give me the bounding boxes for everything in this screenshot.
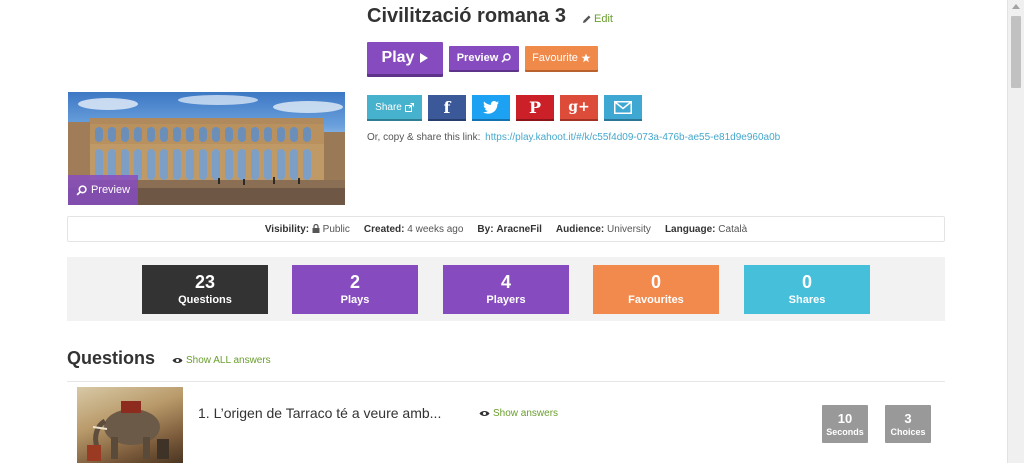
email-share-button[interactable]: [604, 95, 642, 119]
eye-icon: [172, 358, 183, 363]
stat-value: 0: [650, 271, 661, 292]
eye-icon: [479, 411, 490, 416]
stat-value: 4: [500, 271, 511, 292]
author-meta: By: AracneFil: [477, 224, 541, 235]
stats-panel: 23 Questions 2 Plays 4 Players 0 Favouri…: [67, 257, 945, 321]
googleplus-icon: g+: [568, 99, 590, 115]
stat-shares: 0 Shares: [744, 265, 870, 314]
time-limit-label: Seconds: [826, 426, 864, 437]
stat-label: Plays: [340, 293, 370, 306]
cover-preview-label: Preview: [90, 184, 131, 196]
language-meta: Language: Català: [665, 224, 747, 235]
choices-badge: 3 Choices: [885, 405, 931, 443]
play-icon: [420, 53, 429, 63]
pinterest-icon: P: [528, 97, 542, 117]
facebook-share-button[interactable]: f: [428, 95, 466, 119]
audience-label: Audience:: [555, 223, 605, 235]
facebook-icon: f: [443, 97, 451, 117]
preview-button[interactable]: Preview: [449, 46, 519, 70]
section-divider: [67, 381, 945, 382]
stat-value: 23: [194, 271, 216, 292]
show-answers-label: Show answers: [493, 408, 559, 419]
stat-value: 0: [801, 271, 812, 292]
googleplus-share-button[interactable]: g+: [560, 95, 598, 119]
stat-value: 2: [349, 271, 360, 292]
audience-value: University: [607, 223, 651, 235]
edit-label: Edit: [594, 13, 613, 25]
scrollbar-thumb[interactable]: [1011, 16, 1021, 88]
visibility-value: Public: [322, 223, 350, 235]
show-all-answers-link[interactable]: Show ALL answers: [172, 355, 271, 366]
choices-label: Choices: [890, 426, 926, 437]
question-text: 1. L’origen de Tarraco té a veure amb...: [198, 405, 442, 421]
stat-players: 4 Players: [443, 265, 569, 314]
play-button[interactable]: Play: [367, 42, 443, 74]
share-link[interactable]: https://play.kahoot.it/#/k/c55f4d09-073a…: [485, 132, 780, 143]
stat-label: Questions: [178, 293, 232, 306]
copy-share-text: Or, copy & share this link:: [367, 132, 481, 143]
search-icon: [76, 184, 87, 196]
envelope-icon: [614, 100, 632, 114]
lock-icon: [312, 223, 320, 233]
share-button[interactable]: Share: [367, 95, 422, 119]
stat-plays: 2 Plays: [292, 265, 418, 314]
created-label: Created:: [363, 223, 405, 235]
question-thumbnail: [77, 387, 183, 463]
choices-value: 3: [904, 410, 912, 426]
show-all-label: Show ALL answers: [186, 355, 271, 366]
by-label: By:: [477, 223, 494, 235]
show-answers-link[interactable]: Show answers: [479, 408, 558, 419]
search-icon: [501, 53, 511, 63]
pencil-icon: [583, 15, 591, 23]
twitter-icon: [483, 100, 499, 114]
star-icon: [581, 53, 591, 63]
created-value: 4 weeks ago: [407, 223, 464, 235]
language-value: Català: [718, 223, 748, 235]
cover-preview-button[interactable]: Preview: [68, 175, 138, 205]
elephant-battle-illustration: [87, 401, 169, 461]
vertical-scrollbar[interactable]: [1007, 0, 1024, 463]
stat-questions: 23 Questions: [142, 265, 268, 314]
pinterest-share-button[interactable]: P: [516, 95, 554, 119]
created-meta: Created: 4 weeks ago: [364, 224, 464, 235]
favourite-label: Favourite: [532, 52, 578, 64]
time-limit-value: 10: [837, 410, 853, 426]
share-label: Share: [375, 101, 402, 113]
preview-label: Preview: [456, 52, 499, 64]
edit-link[interactable]: Edit: [582, 13, 613, 25]
language-label: Language:: [664, 223, 716, 235]
time-limit-badge: 10 Seconds: [822, 405, 868, 443]
twitter-share-button[interactable]: [472, 95, 510, 119]
share-link-line: Or, copy & share this link: https://play…: [367, 132, 780, 143]
stat-label: Favourites: [628, 293, 684, 306]
share-external-icon: [404, 102, 414, 112]
stat-label: Players: [486, 293, 526, 306]
questions-heading: Questions: [67, 348, 156, 368]
scroll-up-arrow-icon[interactable]: [1012, 4, 1020, 9]
stat-favourites: 0 Favourites: [593, 265, 719, 314]
author-name[interactable]: AracneFil: [496, 224, 542, 235]
visibility-label: Visibility:: [264, 223, 310, 235]
kahoot-metadata-bar: Visibility: Public Created: 4 weeks ago …: [67, 216, 945, 242]
visibility-meta: Visibility: Public: [264, 223, 350, 235]
favourite-button[interactable]: Favourite: [525, 46, 598, 70]
play-label: Play: [381, 49, 415, 66]
stat-label: Shares: [788, 293, 826, 306]
kahoot-title: Civilització romana 3: [367, 5, 566, 27]
audience-meta: Audience: University: [556, 224, 651, 235]
